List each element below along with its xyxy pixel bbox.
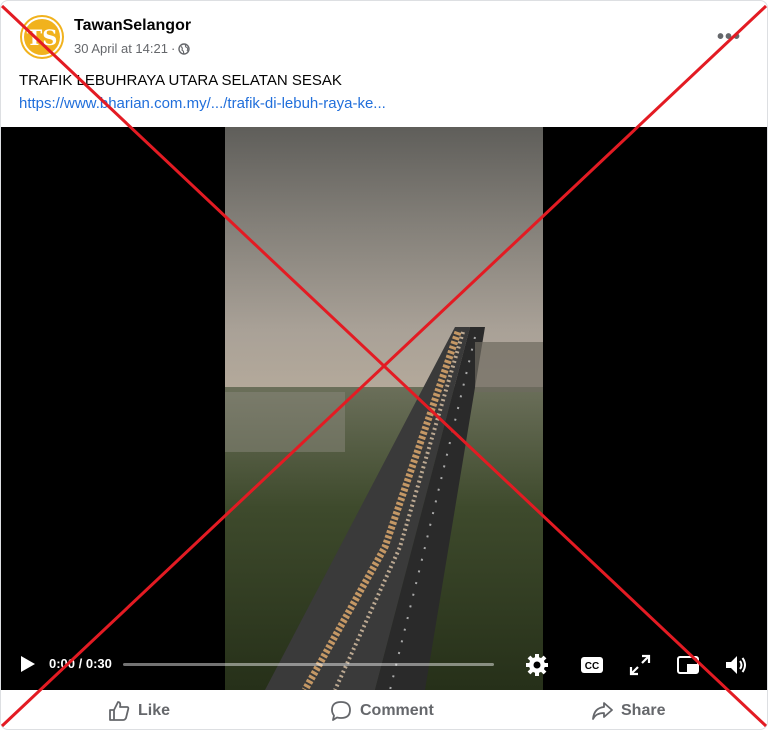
page-avatar[interactable]: TS — [20, 15, 64, 59]
post-timestamp[interactable]: 30 April at 14:21 — [74, 41, 168, 56]
svg-text:CC: CC — [585, 661, 599, 672]
share-label: Share — [621, 702, 666, 719]
avatar-initials: TS — [22, 17, 62, 57]
comment-button[interactable]: Comment — [330, 691, 434, 729]
video-controls: 0:00 / 0:30 CC — [1, 640, 767, 690]
pip-icon[interactable] — [675, 652, 701, 678]
fullscreen-icon[interactable] — [627, 652, 653, 678]
globe-icon — [178, 42, 191, 55]
cc-icon[interactable]: CC — [579, 652, 605, 678]
volume-icon[interactable] — [723, 652, 749, 678]
video-player[interactable]: 0:00 / 0:30 CC — [1, 127, 767, 690]
post-text: TRAFIK LEBUHRAYA UTARA SELATAN SESAK — [19, 72, 342, 89]
comment-icon — [331, 701, 351, 721]
article-link[interactable]: https://www.bharian.com.my/.../trafik-di… — [19, 95, 386, 112]
page-name-link[interactable]: TawanSelangor — [74, 17, 191, 35]
post-actions: Like Comment Share — [1, 691, 767, 729]
post-meta: 30 April at 14:21 · — [74, 41, 191, 56]
comment-label: Comment — [360, 702, 434, 719]
video-progress-bar[interactable] — [123, 663, 494, 666]
facebook-post-card: TS TawanSelangor 30 April at 14:21 · •••… — [0, 0, 768, 730]
post-header: TS TawanSelangor 30 April at 14:21 · •••… — [1, 1, 767, 126]
like-label: Like — [138, 702, 171, 719]
video-time: 0:00 / 0:30 — [49, 656, 112, 671]
video-frame — [225, 127, 543, 690]
share-button[interactable]: Share — [591, 691, 666, 729]
share-icon — [592, 702, 613, 720]
settings-icon[interactable] — [524, 652, 550, 678]
play-icon[interactable] — [17, 654, 37, 674]
meta-separator: · — [170, 41, 176, 56]
like-icon — [109, 701, 130, 721]
more-options-icon[interactable]: ••• — [717, 25, 741, 49]
like-button[interactable]: Like — [108, 691, 171, 729]
highway-scene — [225, 327, 543, 690]
